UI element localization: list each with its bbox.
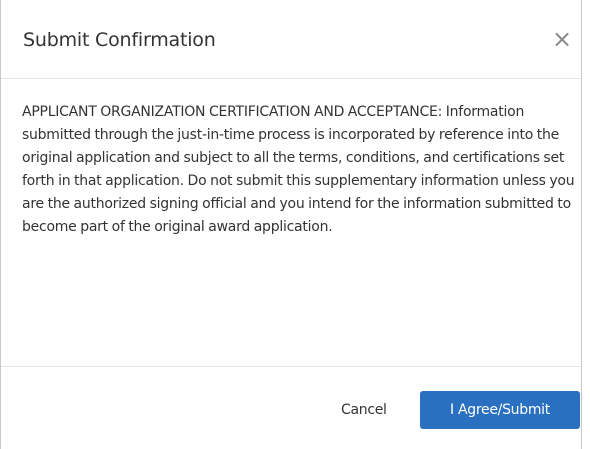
agree-submit-button[interactable]: I Agree/Submit bbox=[420, 391, 580, 429]
close-icon[interactable]: × bbox=[549, 24, 575, 54]
cancel-button[interactable]: Cancel bbox=[331, 393, 397, 427]
dialog-header: Submit Confirmation × bbox=[1, 0, 581, 79]
dialog-footer: Cancel I Agree/Submit bbox=[1, 366, 581, 449]
submit-confirmation-dialog: Submit Confirmation × APPLICANT ORGANIZA… bbox=[0, 0, 582, 449]
dialog-title: Submit Confirmation bbox=[23, 29, 216, 51]
certification-text: APPLICANT ORGANIZATION CERTIFICATION AND… bbox=[22, 104, 575, 235]
dialog-body: APPLICANT ORGANIZATION CERTIFICATION AND… bbox=[22, 101, 578, 239]
